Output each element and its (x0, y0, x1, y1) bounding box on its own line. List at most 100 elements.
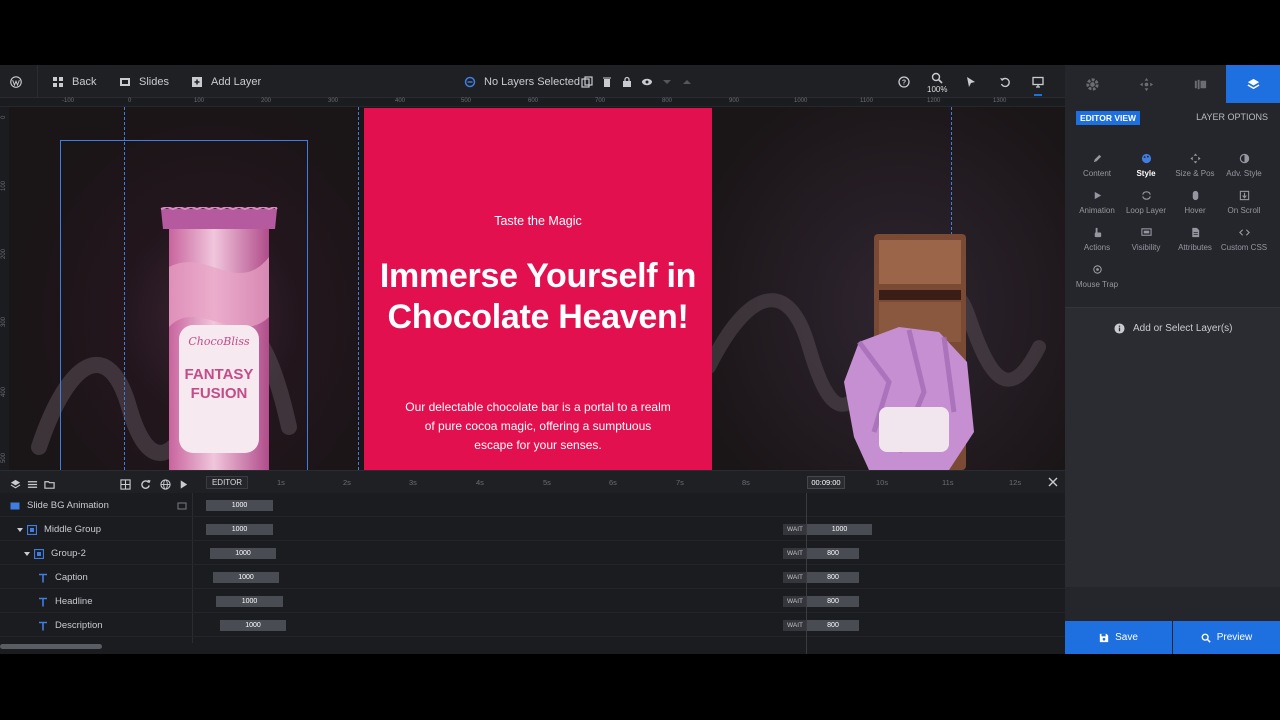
in-animation-bar[interactable]: 1000 (206, 500, 273, 511)
folder-icon[interactable] (44, 477, 55, 489)
wait-label: WAIT (783, 620, 807, 631)
timeline-row[interactable]: Caption 1000 WAIT 800 (0, 565, 1065, 589)
timeline-row[interactable]: Description 1000 WAIT 800 (0, 613, 1065, 637)
duplicate-icon[interactable] (580, 75, 593, 88)
option-size-pos[interactable]: Size & Pos (1170, 153, 1220, 178)
pencil-icon (1093, 154, 1101, 163)
wordpress-icon[interactable] (10, 65, 30, 98)
back-label: Back (72, 75, 97, 88)
out-animation-bar[interactable]: 1000 (807, 524, 872, 535)
option-content[interactable]: Content (1072, 153, 1122, 178)
chevron-down-icon[interactable] (660, 75, 673, 88)
editor-view-badge[interactable]: EDITOR VIEW (1076, 111, 1141, 125)
trash-icon[interactable] (600, 75, 613, 88)
text-layer-icon (39, 573, 47, 582)
close-icon[interactable] (1047, 476, 1059, 488)
ruler-tick: 300 (1, 316, 7, 327)
in-animation-bar[interactable]: 1000 (210, 548, 276, 559)
description-text[interactable]: Our delectable chocolate bar is a portal… (404, 398, 672, 455)
out-animation-bar[interactable]: 800 (807, 572, 859, 583)
timeline-row[interactable]: Slide BG Animation 1000 (0, 493, 1065, 517)
option-actions[interactable]: Actions (1072, 227, 1122, 252)
option-hover[interactable]: Hover (1170, 190, 1220, 215)
slider-editor-app: Back Slides Add Layer No Layers Selected… (0, 65, 1280, 654)
out-animation-bar[interactable]: 800 (807, 620, 859, 631)
help-icon[interactable]: ? (897, 75, 910, 88)
row-label: Headline (55, 596, 93, 607)
add-layer-button[interactable]: Add Layer (191, 65, 261, 98)
tab-slides[interactable] (1173, 65, 1227, 103)
palette-icon (1141, 153, 1151, 164)
text-layer-icon (39, 621, 47, 630)
option-loop-layer[interactable]: Loop Layer (1121, 190, 1171, 215)
in-animation-bar[interactable]: 1000 (213, 572, 279, 583)
out-animation-bar[interactable]: 800 (807, 548, 859, 559)
timeline-row[interactable]: Group-2 1000 WAIT 800 (0, 541, 1065, 565)
time-mark: 3s (409, 478, 417, 487)
search-icon (1201, 633, 1211, 643)
option-animation[interactable]: Animation (1072, 190, 1122, 215)
tab-layers[interactable] (1226, 65, 1280, 103)
back-button[interactable]: Back (52, 65, 96, 98)
grid-snap-icon[interactable] (120, 477, 131, 490)
option-visibility[interactable]: Visibility (1121, 227, 1171, 252)
ruler-tick: 400 (395, 98, 406, 104)
layers-icon[interactable] (10, 477, 21, 489)
zoom-icon[interactable] (930, 71, 943, 84)
play-icon[interactable] (178, 477, 189, 489)
out-animation-bar[interactable]: 800 (807, 596, 859, 607)
layer-options-panel: EDITOR VIEW LAYER OPTIONS Content Style … (1065, 103, 1280, 654)
timeline-row[interactable]: Headline 1000 WAIT 800 (0, 589, 1065, 613)
globe-icon[interactable] (160, 477, 171, 490)
wait-label: WAIT (783, 572, 807, 583)
ruler-tick: 0 (128, 98, 132, 104)
chocolate-bar-image[interactable] (829, 232, 979, 470)
ruler-tick: -100 (62, 98, 75, 104)
wait-label: WAIT (783, 548, 807, 559)
active-device-indicator (1034, 94, 1042, 96)
in-animation-bar[interactable]: 1000 (220, 620, 286, 631)
caption-text[interactable]: Taste the Magic (364, 214, 712, 228)
option-style[interactable]: Style (1121, 153, 1171, 178)
option-attributes[interactable]: Attributes (1170, 227, 1220, 252)
tab-navigation[interactable] (1119, 65, 1173, 103)
content-card[interactable]: Taste the Magic Immerse Yourself in Choc… (364, 108, 712, 470)
caret-down-icon[interactable] (17, 527, 23, 532)
slide-bg-icon (10, 502, 20, 509)
option-custom-css[interactable]: Custom CSS (1219, 227, 1269, 252)
cursor-icon[interactable] (964, 75, 977, 88)
save-button[interactable]: Save (1065, 621, 1172, 654)
timeline-row[interactable]: Middle Group 1000 WAIT 1000 (0, 517, 1065, 541)
chevron-up-icon[interactable] (680, 75, 693, 88)
code-icon (1238, 229, 1250, 236)
gear-icon (1085, 77, 1099, 91)
option-on-scroll[interactable]: On Scroll (1219, 190, 1269, 215)
list-icon[interactable] (27, 477, 38, 488)
undo-icon[interactable] (998, 75, 1011, 88)
stack-icon[interactable] (177, 501, 187, 510)
preview-button[interactable]: Preview (1173, 621, 1280, 654)
editor-tag[interactable]: EDITOR (206, 476, 248, 489)
file-icon (1191, 227, 1199, 238)
headline-text[interactable]: Immerse Yourself in Chocolate Heaven! (364, 256, 712, 338)
in-animation-bar[interactable]: 1000 (216, 596, 283, 607)
lock-icon[interactable] (620, 75, 633, 88)
desktop-view-icon[interactable] (1031, 75, 1044, 88)
slides-button[interactable]: Slides (119, 65, 169, 98)
timeline-scrollbar[interactable] (0, 644, 102, 649)
caret-down-icon[interactable] (24, 551, 30, 556)
visibility-eye-icon[interactable] (640, 75, 653, 88)
in-animation-bar[interactable]: 1000 (206, 524, 273, 535)
product-name: FANTASY FUSION (184, 366, 254, 402)
row-label: Middle Group (44, 524, 102, 535)
slides-stack-icon (1194, 79, 1206, 89)
tab-settings[interactable] (1065, 65, 1119, 103)
option-adv-style[interactable]: Adv. Style (1219, 153, 1269, 178)
slide-canvas[interactable]: ChocoBliss FANTASY FUSION Taste the Magic… (9, 107, 1065, 470)
grid-icon (53, 76, 63, 87)
current-time[interactable]: 00:09:00 (807, 476, 845, 489)
timeline-playhead[interactable] (806, 493, 807, 654)
option-mouse-trap[interactable]: Mouse Trap (1072, 264, 1122, 289)
loop-icon[interactable] (140, 477, 151, 489)
ruler-tick: 200 (1, 248, 7, 259)
